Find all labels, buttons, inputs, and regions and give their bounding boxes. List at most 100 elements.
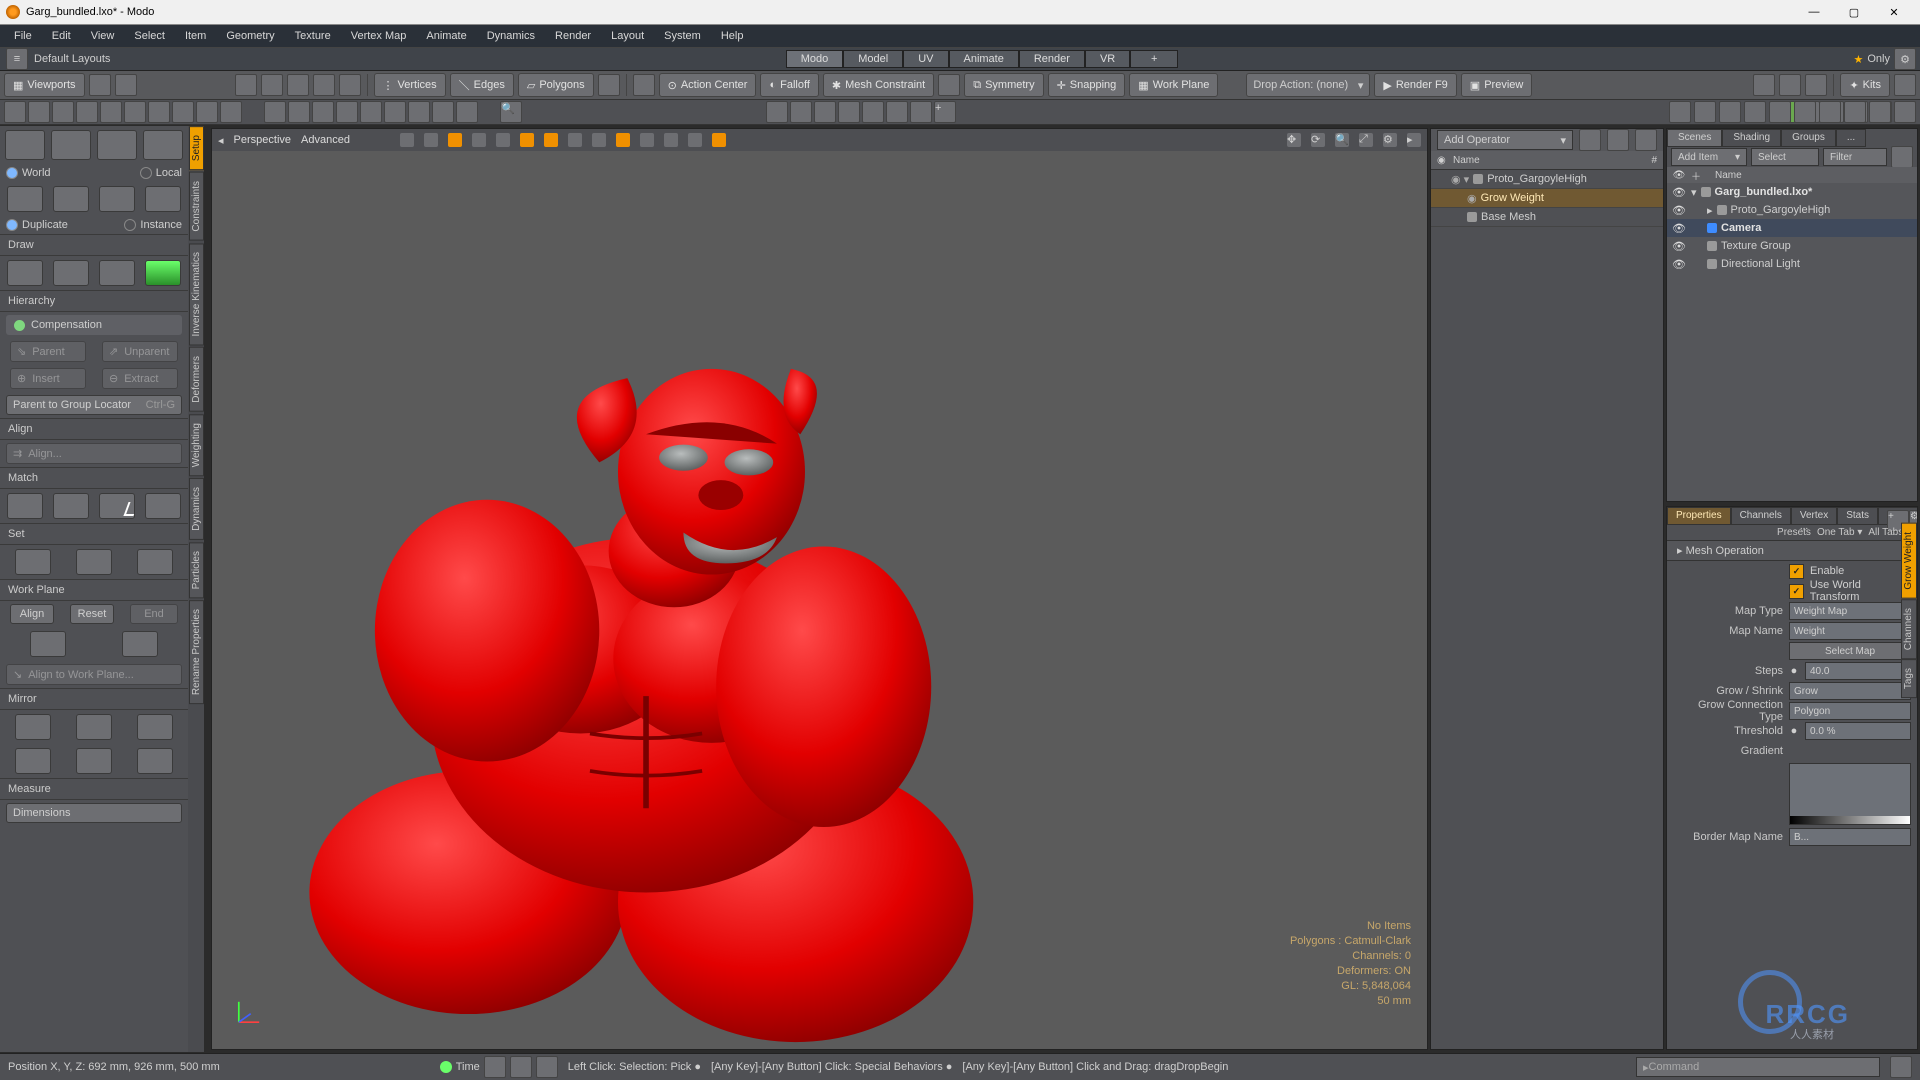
t2-icon[interactable] — [76, 101, 98, 123]
workplane-button[interactable]: ▦Work Plane — [1129, 73, 1218, 97]
t2b-icon[interactable] — [360, 101, 382, 123]
kits-button[interactable]: ✦Kits — [1840, 73, 1890, 97]
time-label[interactable]: Time — [456, 1061, 480, 1073]
time-opt-icon[interactable] — [484, 1056, 506, 1078]
vp-nav-icon[interactable]: ✥ — [1287, 133, 1301, 147]
vp-opt-icon[interactable] — [400, 133, 414, 147]
layout-tab-modo[interactable]: Modo — [786, 50, 844, 68]
menu-geometry[interactable]: Geometry — [216, 28, 284, 44]
scene-tool-icon[interactable] — [1891, 146, 1913, 168]
transform-icon[interactable] — [143, 130, 183, 160]
use-world-checkbox[interactable]: ✓ — [1789, 584, 1804, 599]
sel-mode-5-icon[interactable] — [339, 74, 361, 96]
side-tab-tags[interactable]: Tags — [1901, 659, 1917, 698]
layout-tab-animate[interactable]: Animate — [949, 50, 1019, 68]
t2-icon[interactable] — [172, 101, 194, 123]
map-type-dropdown[interactable]: Weight Map — [1789, 602, 1911, 620]
vp-opt-icon[interactable] — [640, 133, 654, 147]
op-opt-icon[interactable] — [1607, 129, 1629, 151]
draw-tool-icon[interactable] — [7, 260, 43, 286]
viewport-split1-icon[interactable] — [89, 74, 111, 96]
layout-tab-render[interactable]: Render — [1019, 50, 1085, 68]
draw-tool-icon[interactable] — [53, 260, 89, 286]
material-icon[interactable] — [598, 74, 620, 96]
scene-tab-more[interactable]: ... — [1836, 129, 1866, 147]
strip-icon[interactable] — [1894, 101, 1916, 123]
parent-to-group-button[interactable]: Parent to Group LocatorCtrl-G — [6, 395, 182, 415]
op-item[interactable]: ◉ ▾Proto_GargoyleHigh — [1431, 170, 1663, 189]
sel-mode-4-icon[interactable] — [313, 74, 335, 96]
t2-icon[interactable] — [100, 101, 122, 123]
side-tab-dynamics[interactable]: Dynamics — [189, 478, 204, 540]
props-tab-vertex[interactable]: Vertex ... — [1791, 507, 1837, 525]
kits-extra-icon[interactable] — [1894, 74, 1916, 96]
vp-opt-icon[interactable] — [496, 133, 510, 147]
connection-type-dropdown[interactable]: Polygon — [1789, 702, 1911, 720]
transform-icon[interactable] — [97, 130, 137, 160]
t2c-icon[interactable] — [886, 101, 908, 123]
t2c-icon[interactable] — [838, 101, 860, 123]
viewport-split2-icon[interactable] — [115, 74, 137, 96]
menu-view[interactable]: View — [81, 28, 125, 44]
t2b-icon[interactable] — [384, 101, 406, 123]
strip-icon[interactable] — [1669, 101, 1691, 123]
side-tab-constraints[interactable]: Constraints — [189, 172, 204, 241]
preview-button[interactable]: ▣Preview — [1461, 73, 1533, 97]
time-opt-icon[interactable] — [536, 1056, 558, 1078]
match-icon[interactable] — [53, 493, 89, 519]
set-icon[interactable] — [76, 549, 112, 575]
scene-row[interactable]: 👁Directional Light — [1667, 255, 1917, 273]
side-tab-particles[interactable]: Particles — [189, 542, 204, 598]
compensation-toggle[interactable]: Compensation — [6, 315, 182, 335]
tool-icon[interactable] — [99, 186, 135, 212]
menu-item[interactable]: Item — [175, 28, 216, 44]
strip-icon[interactable] — [1769, 101, 1791, 123]
tool-icon[interactable] — [53, 186, 89, 212]
instance-radio[interactable] — [124, 219, 136, 231]
t2-icon[interactable] — [52, 101, 74, 123]
menu-animate[interactable]: Animate — [416, 28, 476, 44]
t2b-icon[interactable] — [288, 101, 310, 123]
menu-texture[interactable]: Texture — [285, 28, 341, 44]
command-input[interactable]: ▸ Command — [1636, 1057, 1880, 1077]
viewports-button[interactable]: ▦Viewports — [4, 73, 85, 97]
presets-label[interactable]: Presets — [1777, 527, 1811, 538]
snapping-button[interactable]: ✛Snapping — [1048, 73, 1126, 97]
side-tab-grow-weight[interactable]: Grow Weight — [1901, 523, 1917, 599]
parent-button[interactable]: ⇘Parent — [10, 341, 86, 362]
vp-opt-icon[interactable] — [688, 133, 702, 147]
pal-1-icon[interactable] — [1753, 74, 1775, 96]
props-tab-channels[interactable]: Channels — [1731, 507, 1791, 525]
props-tab-stats[interactable]: Stats — [1837, 507, 1878, 525]
strip-icon[interactable] — [1819, 101, 1841, 123]
op-opt-icon[interactable] — [1579, 129, 1601, 151]
vp-nav-icon[interactable]: ▸ — [1407, 133, 1421, 147]
grow-shrink-dropdown[interactable]: Grow — [1789, 682, 1911, 700]
select-dropdown[interactable]: Select — [1751, 148, 1819, 166]
t2-icon[interactable] — [28, 101, 50, 123]
menu-file[interactable]: File — [4, 28, 42, 44]
scene-row[interactable]: 👁▾Garg_bundled.lxo* — [1667, 183, 1917, 201]
strip-icon[interactable] — [1869, 101, 1891, 123]
t2-search-icon[interactable]: 🔍 — [500, 101, 522, 123]
map-name-field[interactable]: Weight — [1789, 622, 1911, 640]
steps-field[interactable]: 40.0 — [1805, 662, 1911, 680]
align-button[interactable]: ⇉Align... — [6, 443, 182, 464]
layout-tab-vr[interactable]: VR — [1085, 50, 1130, 68]
props-tab-properties[interactable]: Properties — [1667, 507, 1731, 525]
side-tab-setup[interactable]: Setup — [189, 126, 204, 170]
scene-row-selected[interactable]: 👁Camera — [1667, 219, 1917, 237]
mirror-icon[interactable] — [15, 714, 51, 740]
wp-icon[interactable] — [30, 631, 66, 657]
t2c-icon[interactable] — [766, 101, 788, 123]
menu-help[interactable]: Help — [711, 28, 754, 44]
close-button[interactable]: ✕ — [1874, 2, 1914, 22]
layout-tab-model[interactable]: Model — [843, 50, 903, 68]
menu-select[interactable]: Select — [124, 28, 175, 44]
mirror-icon[interactable] — [76, 714, 112, 740]
side-tab-channels[interactable]: Channels — [1901, 599, 1917, 659]
mesh-constraint-button[interactable]: ✱Mesh Constraint — [823, 73, 934, 97]
minimize-button[interactable]: — — [1794, 2, 1834, 22]
maximize-button[interactable]: ▢ — [1834, 2, 1874, 22]
wp-reset-button[interactable]: Reset — [70, 604, 114, 624]
